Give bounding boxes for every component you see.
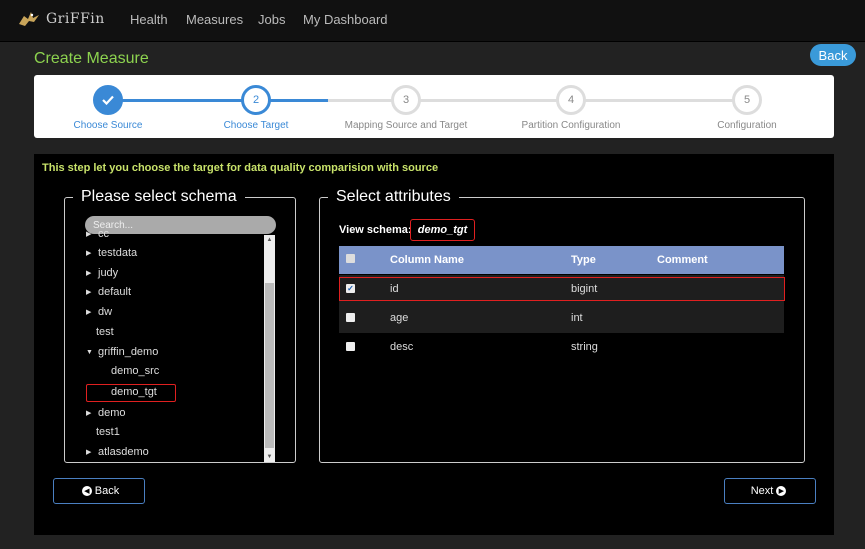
step-3-label: Mapping Source and Target xyxy=(344,120,468,131)
table-row[interactable]: desc string xyxy=(339,333,784,362)
step-2-label: Choose Target xyxy=(223,120,289,131)
column-header-comment[interactable]: Comment xyxy=(657,254,708,266)
tree-item-cc[interactable]: ▶ cc xyxy=(86,229,109,239)
step-1-label: Choose Source xyxy=(73,120,143,131)
select-all-checkbox[interactable] xyxy=(346,254,355,263)
page-title: Create Measure xyxy=(34,50,149,67)
scroll-down-icon[interactable]: ▼ xyxy=(264,454,275,460)
next-button[interactable]: Next ▶ xyxy=(724,478,816,504)
nav-measures[interactable]: Measures xyxy=(186,12,243,27)
back-button[interactable]: ◀ Back xyxy=(53,478,145,504)
tree-item-default[interactable]: ▶ default xyxy=(86,286,131,298)
column-header-name[interactable]: Column Name xyxy=(390,254,464,266)
schema-panel-title: Please select schema xyxy=(81,188,237,205)
caret-right-icon: ▶ xyxy=(86,309,92,316)
step-2-circle[interactable]: 2 xyxy=(241,85,271,115)
tree-item-test[interactable]: test xyxy=(96,326,114,338)
schema-tree-scrollbar[interactable]: ▲ ▼ xyxy=(264,235,275,462)
row-checkbox[interactable] xyxy=(346,342,355,351)
tree-item-test1[interactable]: test1 xyxy=(96,426,120,438)
nav-jobs[interactable]: Jobs xyxy=(258,12,285,27)
caret-right-icon: ▶ xyxy=(86,410,92,417)
selected-row-highlight xyxy=(339,277,785,301)
step-connector-complete xyxy=(108,99,328,102)
column-header-type[interactable]: Type xyxy=(571,254,596,266)
step-3-circle[interactable]: 3 xyxy=(391,85,421,115)
tree-item-dw[interactable]: ▶ dw xyxy=(86,306,112,318)
scroll-up-icon[interactable]: ▲ xyxy=(264,237,275,243)
back-top-button[interactable]: Back xyxy=(810,44,856,66)
top-navbar: GriFFin Health Measures Jobs My Dashboar… xyxy=(0,0,865,42)
step-5-label: Configuration xyxy=(717,120,777,131)
attributes-table-header: Column Name Type Comment xyxy=(339,246,784,274)
step-5-circle[interactable]: 5 xyxy=(732,85,762,115)
brand-name: GriFFin xyxy=(46,11,105,27)
caret-right-icon: ▶ xyxy=(86,231,92,238)
tree-item-judy[interactable]: ▶ judy xyxy=(86,267,118,279)
tree-item-demo-tgt[interactable]: demo_tgt xyxy=(111,386,157,398)
caret-down-icon: ▼ xyxy=(86,348,93,356)
cell-column-name: age xyxy=(390,312,409,324)
caret-right-icon: ▶ xyxy=(86,250,92,257)
caret-right-icon: ▶ xyxy=(86,449,92,456)
schema-search-input[interactable] xyxy=(85,216,276,234)
step-description: This step let you choose the target for … xyxy=(42,162,439,174)
cell-type: string xyxy=(571,341,598,353)
nav-my-dashboard[interactable]: My Dashboard xyxy=(303,12,388,27)
checkmark-icon xyxy=(102,95,114,105)
caret-right-icon: ▶ xyxy=(86,270,92,277)
row-checkbox[interactable] xyxy=(346,313,355,322)
tree-item-griffin-demo[interactable]: ▼ griffin_demo xyxy=(86,346,158,358)
wizard-stepper: Choose Source 2 Choose Target 3 Mapping … xyxy=(34,75,834,138)
cell-column-name: desc xyxy=(390,341,414,353)
step-4-circle[interactable]: 4 xyxy=(556,85,586,115)
brand[interactable]: GriFFin xyxy=(18,10,105,28)
table-row[interactable]: age int xyxy=(339,304,784,333)
arrow-left-circle-icon: ◀ xyxy=(81,486,92,496)
view-schema-label: View schema: xyxy=(339,224,412,236)
nav-health[interactable]: Health xyxy=(130,12,168,27)
cell-type: int xyxy=(571,312,583,324)
view-schema-value: demo_tgt xyxy=(410,219,475,241)
arrow-right-circle-icon: ▶ xyxy=(776,486,787,496)
tree-item-testdata[interactable]: ▶ testdata xyxy=(86,247,137,259)
caret-right-icon: ▶ xyxy=(86,289,92,296)
step-4-label: Partition Configuration xyxy=(521,120,621,131)
tree-item-demo-src[interactable]: demo_src xyxy=(111,365,159,377)
tree-item-demo[interactable]: ▶ demo xyxy=(86,407,126,419)
griffin-logo-icon xyxy=(19,12,39,26)
step-1-circle[interactable] xyxy=(93,85,123,115)
attributes-panel-title: Select attributes xyxy=(336,188,451,205)
scroll-thumb[interactable] xyxy=(265,283,274,448)
tree-item-atlasdemo[interactable]: ▶ atlasdemo xyxy=(86,446,149,458)
